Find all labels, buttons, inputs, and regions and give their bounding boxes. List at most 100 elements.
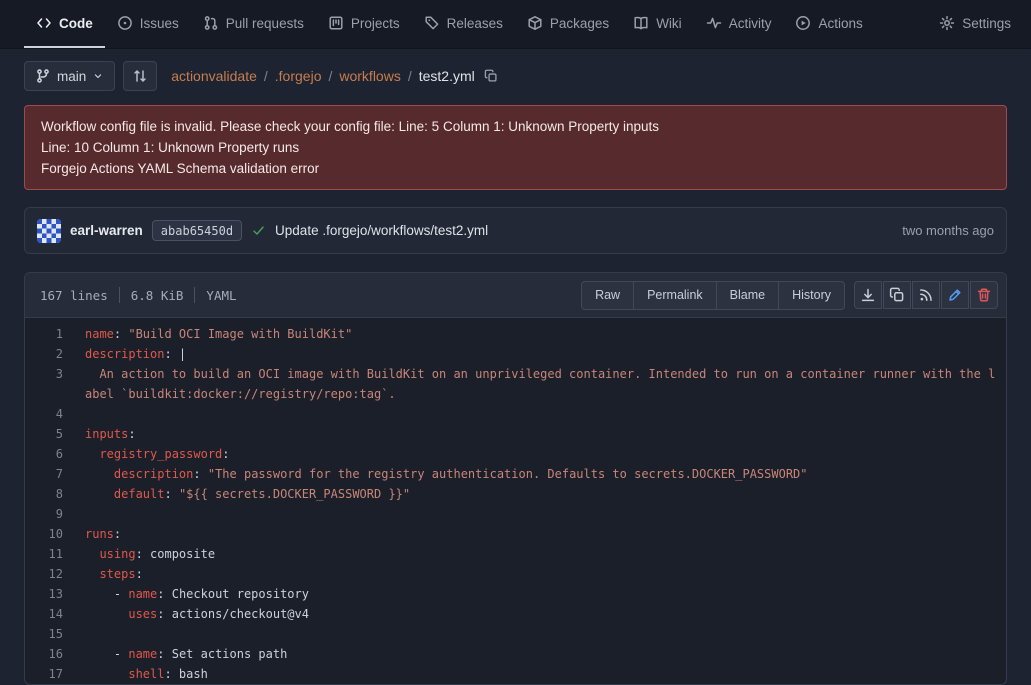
commit-author[interactable]: earl-warren [70,223,143,238]
line-number[interactable]: 6 [25,444,85,464]
code-icon [36,15,52,31]
tab-projects[interactable]: Projects [316,0,412,48]
line-number[interactable]: 3 [25,364,85,404]
code-line-content: default: "${{ secrets.DOCKER_PASSWORD }}… [85,484,1006,504]
error-message-line: Line: 10 Column 1: Unknown Property runs [41,137,990,158]
tab-label: Pull requests [226,16,304,31]
code-view: 1name: "Build OCI Image with BuildKit"2d… [25,318,1006,684]
copy-path-icon[interactable] [484,69,498,83]
tab-label: Code [59,16,93,31]
tab-wiki[interactable]: Wiki [621,0,694,48]
line-number[interactable]: 13 [25,584,85,604]
branch-selector[interactable]: main [24,61,115,91]
commit-message[interactable]: Update .forgejo/workflows/test2.yml [275,223,488,238]
line-number[interactable]: 5 [25,424,85,444]
code-line-content [85,624,1006,644]
chevron-down-icon [92,70,104,82]
code-line: 4 [25,404,1006,424]
error-banner: Workflow config file is invalid. Please … [24,105,1007,190]
tag-icon [424,15,440,31]
file-line-count: 167 lines [40,288,108,303]
code-line-content: - name: Set actions path [85,644,1006,664]
error-message-line: Workflow config file is invalid. Please … [41,116,990,137]
tab-label: Releases [447,16,503,31]
meta-divider [119,287,120,303]
tab-code[interactable]: Code [24,0,105,48]
code-line-content: shell: bash [85,664,1006,684]
file-header: 167 lines 6.8 KiB YAML RawPermalinkBlame… [25,273,1006,318]
breadcrumb-segment[interactable]: workflows [339,68,400,84]
tab-issues[interactable]: Issues [105,0,191,48]
file-meta: 167 lines 6.8 KiB YAML [40,287,237,303]
line-number[interactable]: 10 [25,524,85,544]
breadcrumb-segment[interactable]: .forgejo [275,68,322,84]
history-button[interactable]: History [778,281,845,310]
compare-button[interactable] [123,61,157,91]
line-number[interactable]: 1 [25,324,85,344]
line-number[interactable]: 2 [25,344,85,364]
tab-releases[interactable]: Releases [412,0,515,48]
issue-icon [117,15,133,31]
edit-file-button[interactable] [941,281,969,309]
permalink-button[interactable]: Permalink [633,281,717,310]
rss-feed-button[interactable] [912,281,940,309]
commit-status-check-icon[interactable] [251,223,266,238]
page-content: main actionvalidate/.forgejo/workflows/t… [0,49,1031,685]
tab-packages[interactable]: Packages [515,0,621,48]
download-icon [860,287,876,303]
code-line: 16 - name: Set actions path [25,644,1006,664]
tab-settings[interactable]: Settings [927,0,1011,48]
file-language: YAML [206,288,236,303]
line-number[interactable]: 16 [25,644,85,664]
code-line-content: An action to build an OCI image with Bui… [85,364,1006,404]
branch-name: main [57,69,86,84]
pencil-icon [947,287,963,303]
line-number[interactable]: 9 [25,504,85,524]
file-size: 6.8 KiB [131,288,184,303]
file-toolbar: main actionvalidate/.forgejo/workflows/t… [24,61,1007,91]
code-line-content [85,504,1006,524]
package-icon [527,15,543,31]
line-number[interactable]: 14 [25,604,85,624]
copy-content-button[interactable] [883,281,911,309]
code-line: 6 registry_password: [25,444,1006,464]
breadcrumb: actionvalidate/.forgejo/workflows/test2.… [171,68,474,84]
breadcrumb-segment[interactable]: actionvalidate [171,68,257,84]
line-number[interactable]: 15 [25,624,85,644]
gear-icon [939,15,955,31]
repo-nav: Code Issues Pull requests Projects Releases P… [0,0,1031,49]
download-button[interactable] [854,281,882,309]
code-line-content [85,404,1006,424]
code-line-content: description: | [85,344,1006,364]
tab-label: Issues [140,16,179,31]
tab-actions[interactable]: Actions [783,0,874,48]
commit-hash[interactable]: abab65450d [152,220,242,241]
code-line: 15 [25,624,1006,644]
pull-request-icon [203,15,219,31]
code-line-content: - name: Checkout repository [85,584,1006,604]
code-line: 9 [25,504,1006,524]
meta-divider [194,287,195,303]
action-icon-buttons [854,281,998,309]
blame-button[interactable]: Blame [716,281,779,310]
delete-file-button[interactable] [970,281,998,309]
breadcrumb-segment: test2.yml [419,68,475,84]
code-line: 2description: | [25,344,1006,364]
breadcrumb-separator: / [408,68,412,84]
line-number[interactable]: 4 [25,404,85,424]
line-number[interactable]: 7 [25,464,85,484]
code-line: 8 default: "${{ secrets.DOCKER_PASSWORD … [25,484,1006,504]
tab-activity[interactable]: Activity [694,0,784,48]
code-line-content: runs: [85,524,1006,544]
book-icon [633,15,649,31]
code-line-content: name: "Build OCI Image with BuildKit" [85,324,1006,344]
project-icon [328,15,344,31]
avatar[interactable] [37,219,61,243]
line-number[interactable]: 8 [25,484,85,504]
file-actions: RawPermalinkBlameHistory [581,281,998,310]
line-number[interactable]: 17 [25,664,85,684]
line-number[interactable]: 12 [25,564,85,584]
line-number[interactable]: 11 [25,544,85,564]
raw-button[interactable]: Raw [581,281,634,310]
tab-pull-requests[interactable]: Pull requests [191,0,316,48]
